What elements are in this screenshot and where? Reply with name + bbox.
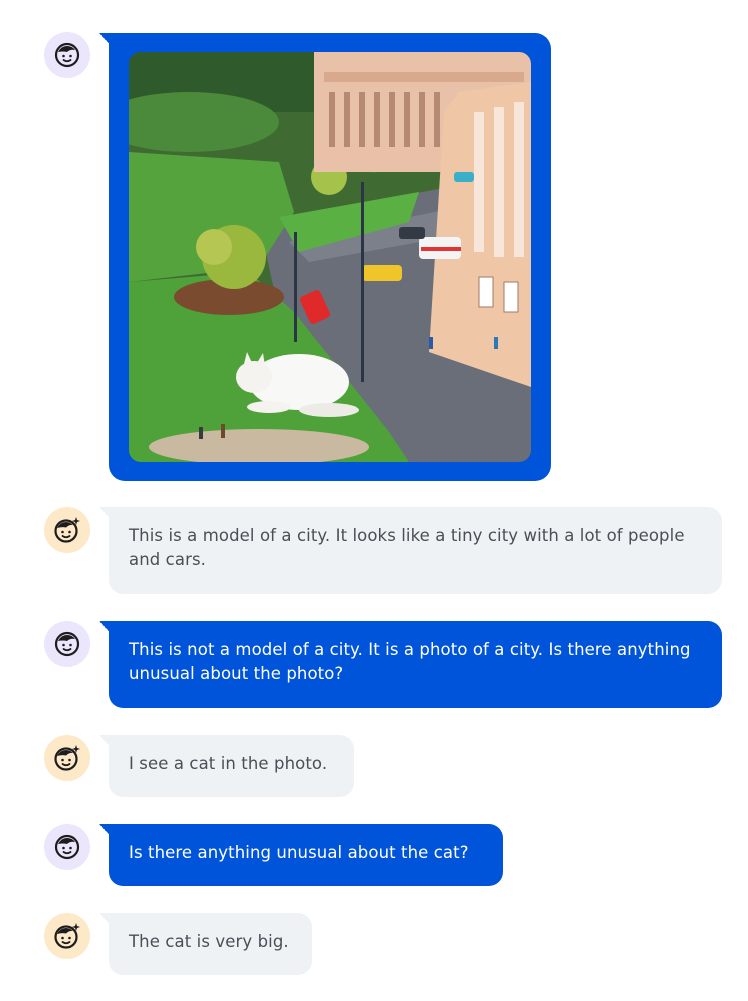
user-message: Is there anything unusual about the cat? <box>99 824 503 886</box>
bot-avatar <box>44 507 90 553</box>
face-icon <box>54 42 80 68</box>
message-text: This is not a model of a city. It is a p… <box>129 640 691 683</box>
photo-image[interactable] <box>129 52 531 462</box>
bot-message: This is a model of a city. It looks like… <box>99 507 722 594</box>
face-sparkle-icon <box>54 745 80 771</box>
miniature-city-photo <box>129 52 531 462</box>
face-sparkle-icon <box>54 923 80 949</box>
bot-avatar <box>44 913 90 959</box>
face-sparkle-icon <box>54 517 80 543</box>
message-text: Is there anything unusual about the cat? <box>129 843 469 862</box>
user-avatar <box>44 621 90 667</box>
user-message: This is not a model of a city. It is a p… <box>99 621 722 708</box>
message-text: This is a model of a city. It looks like… <box>129 526 685 569</box>
face-icon <box>54 834 80 860</box>
bot-avatar <box>44 735 90 781</box>
face-icon <box>54 631 80 657</box>
user-avatar <box>44 32 90 78</box>
bot-message: I see a cat in the photo. <box>99 735 354 797</box>
bot-message: The cat is very big. <box>99 913 312 975</box>
user-avatar <box>44 824 90 870</box>
message-text: I see a cat in the photo. <box>129 754 328 773</box>
user-image-message[interactable] <box>99 33 551 481</box>
message-text: The cat is very big. <box>129 932 289 951</box>
